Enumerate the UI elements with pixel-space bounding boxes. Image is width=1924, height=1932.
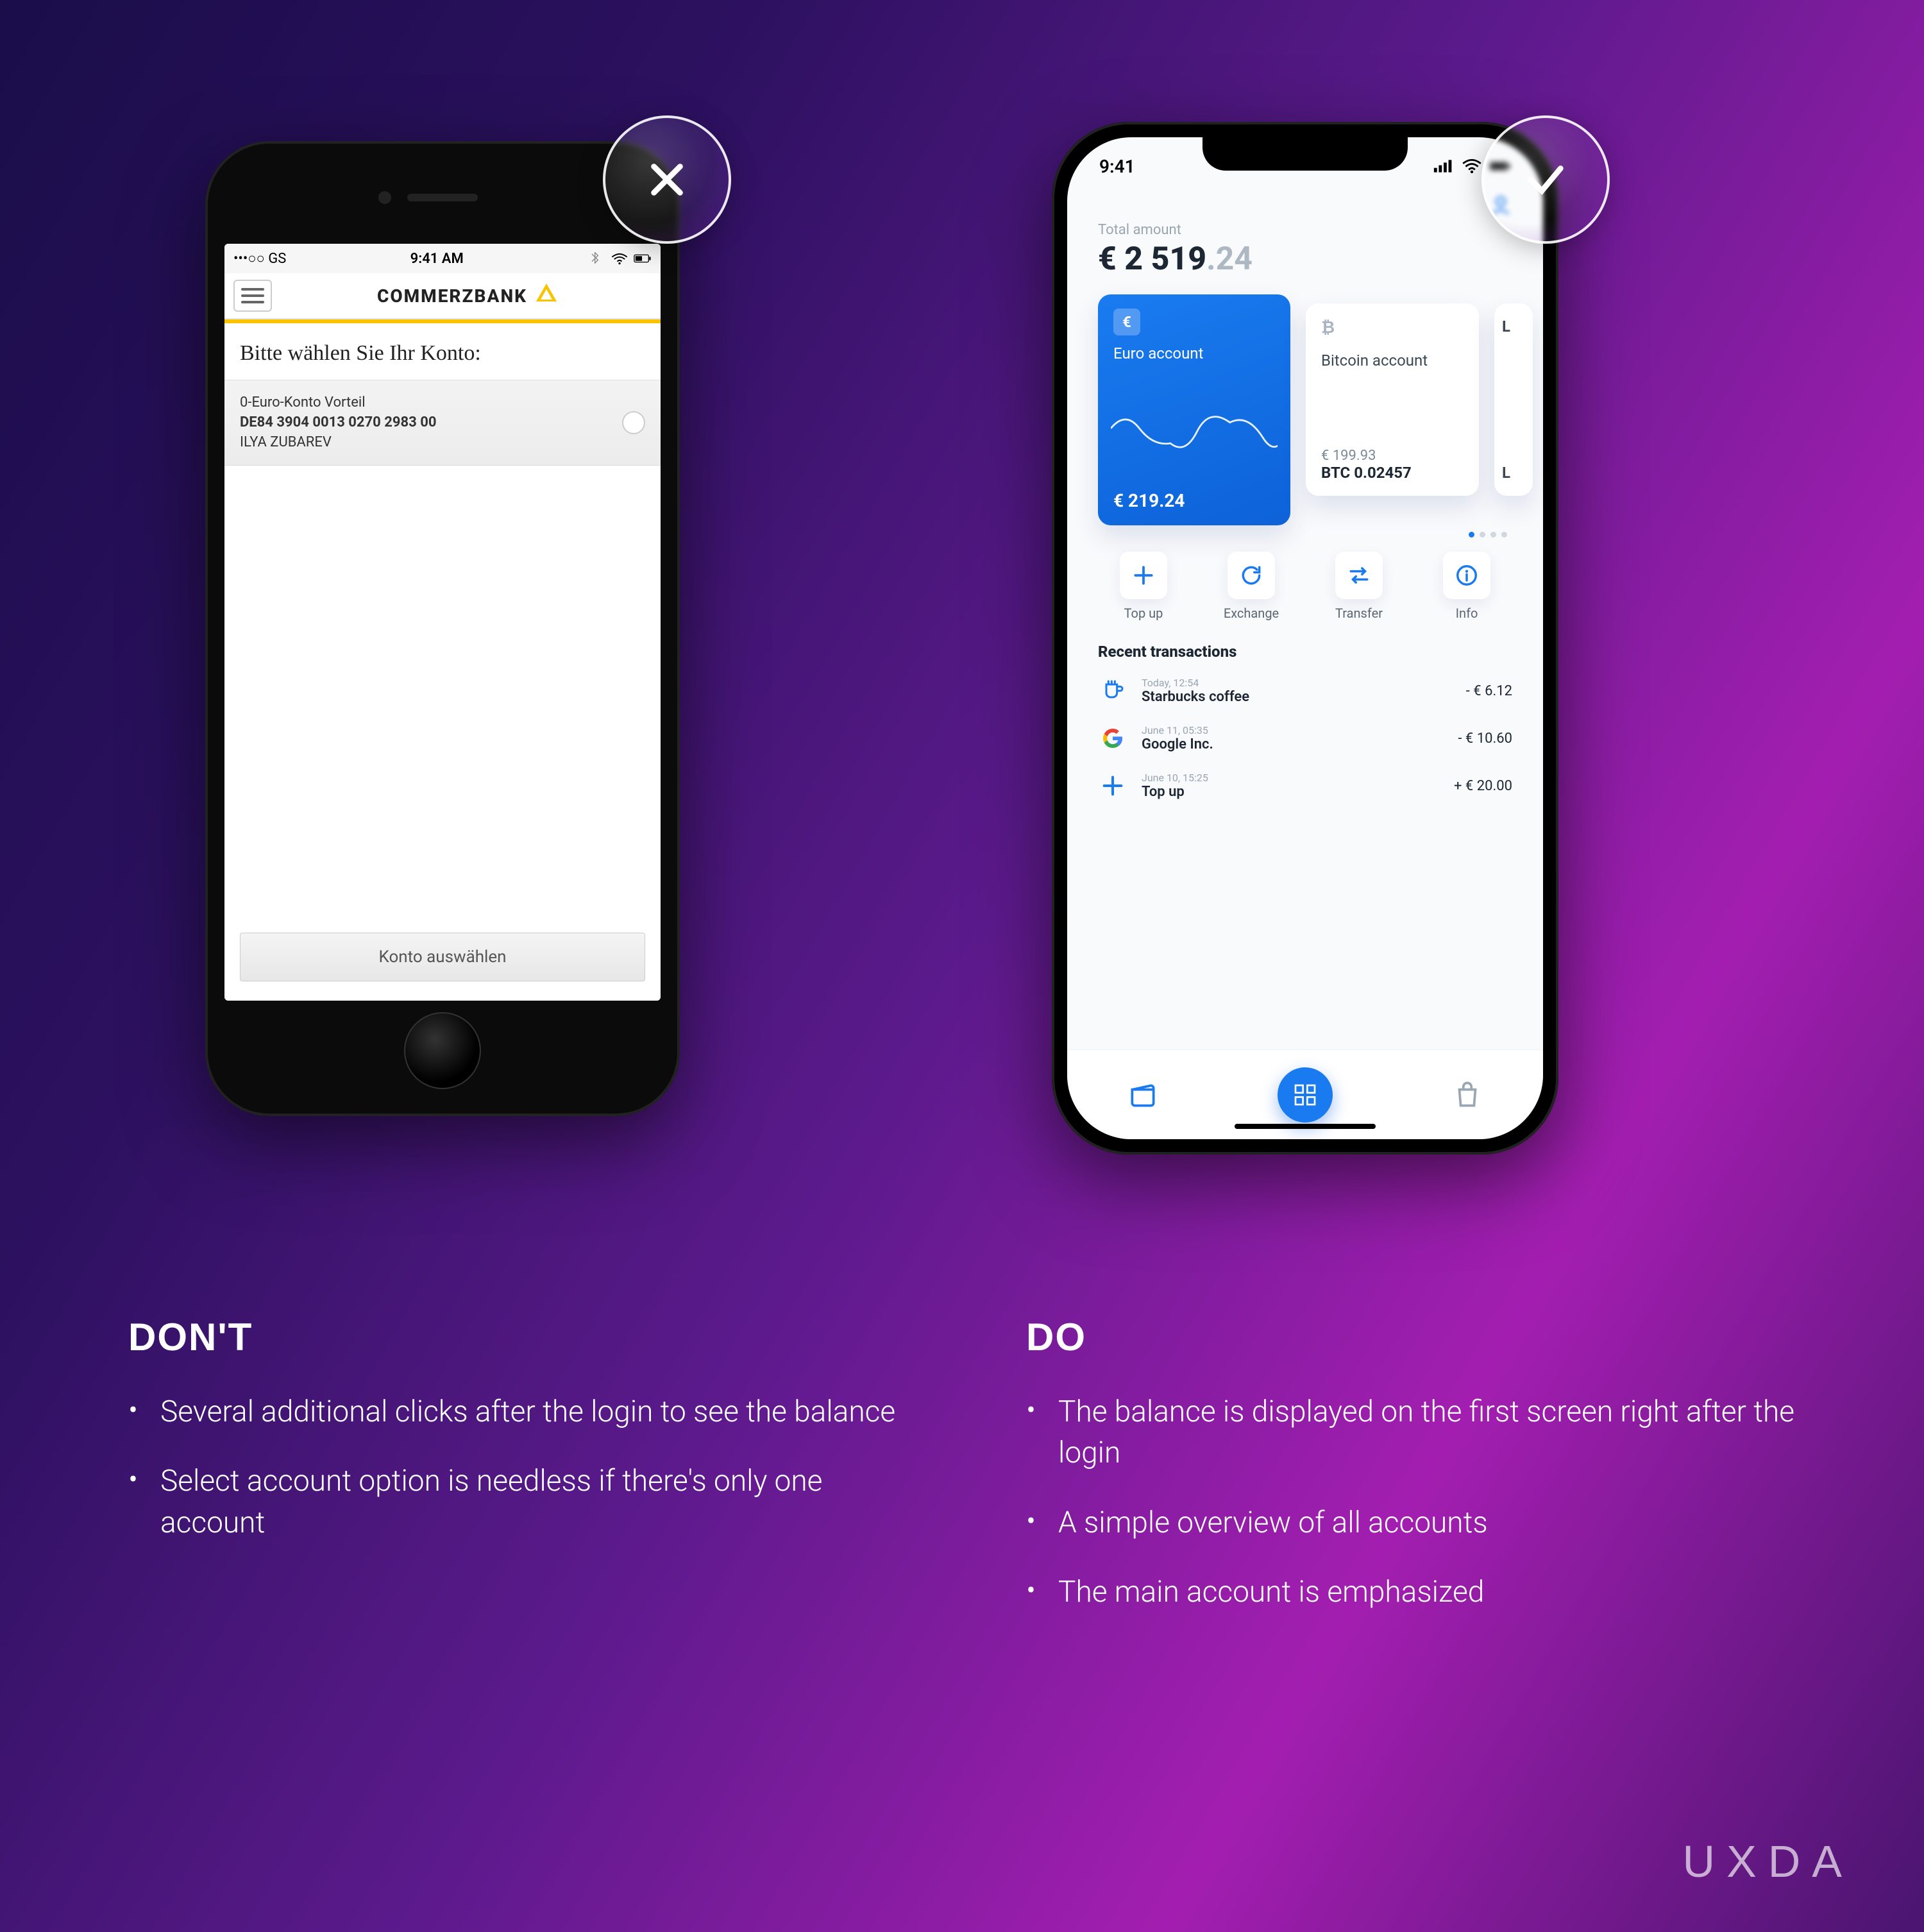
status-time: 9:41 AM — [410, 251, 464, 267]
account-holder: ILYA ZUBAREV — [240, 433, 436, 453]
notch — [1202, 137, 1408, 171]
do-bullet: A simple overview of all accounts — [1026, 1502, 1796, 1543]
dont-bullet: Several additional clicks after the logi… — [128, 1391, 898, 1432]
third-account-card-peek[interactable]: L L — [1494, 303, 1533, 496]
account-iban: DE84 3904 0013 0270 2983 00 — [240, 413, 436, 433]
nav-wallet[interactable] — [1127, 1079, 1159, 1111]
currency-chip: € — [1113, 309, 1140, 335]
card-title: Euro account — [1113, 344, 1275, 362]
card-title: Bitcoin account — [1321, 352, 1464, 369]
carrier-label: •••○○ GS — [233, 250, 286, 267]
home-button[interactable] — [404, 1012, 481, 1089]
do-bullet: The balance is displayed on the first sc… — [1026, 1391, 1796, 1474]
transaction-amount: - € 6.12 — [1466, 683, 1512, 699]
bluetooth-icon — [587, 252, 605, 265]
transaction-row[interactable]: June 10, 15:25Top up + € 20.00 — [1067, 762, 1543, 809]
menu-button[interactable] — [233, 280, 272, 312]
euro-account-card[interactable]: € Euro account € 219.24 — [1098, 294, 1290, 525]
transaction-amount: - € 10.60 — [1458, 731, 1512, 747]
radio-unselected[interactable] — [622, 411, 645, 434]
cup-icon — [1098, 676, 1127, 706]
nav-shop[interactable] — [1451, 1079, 1483, 1111]
action-topup[interactable]: Top up — [1102, 552, 1185, 621]
wifi-icon — [1461, 159, 1483, 173]
transaction-row[interactable]: Today, 12:54Starbucks coffee - € 6.12 — [1067, 667, 1543, 715]
transaction-amount: + € 20.00 — [1454, 778, 1512, 794]
x-icon — [645, 157, 689, 202]
do-badge — [1481, 115, 1610, 244]
swap-icon — [1347, 563, 1371, 588]
commerzbank-mark-icon — [534, 281, 559, 311]
cell-signal-icon — [1433, 159, 1455, 173]
nav-scan-button[interactable] — [1278, 1067, 1333, 1123]
select-account-button[interactable]: Konto auswählen — [240, 933, 645, 981]
account-option-row[interactable]: 0-Euro-Konto Vorteil DE84 3904 0013 0270… — [224, 380, 661, 466]
action-exchange[interactable]: Exchange — [1210, 552, 1293, 621]
recent-transactions-heading: Recent transactions — [1067, 626, 1543, 667]
plus-icon — [1131, 563, 1156, 588]
app-header: COMMERZBANK — [224, 273, 661, 319]
transaction-row[interactable]: June 11, 05:35Google Inc. - € 10.60 — [1067, 715, 1543, 762]
info-icon — [1455, 563, 1479, 588]
dont-badge — [603, 115, 731, 244]
currency-chip: ₿ — [1321, 318, 1464, 337]
bitcoin-account-card[interactable]: ₿ Bitcoin account € 199.93 BTC 0.02457 — [1306, 303, 1479, 496]
do-example-phone: 9:41 Total amount € 2 519.24 € — [1052, 122, 1558, 1155]
do-column: DO The balance is displayed on the first… — [1026, 1315, 1796, 1641]
status-time: 9:41 — [1099, 156, 1135, 177]
dont-example-phone: •••○○ GS 9:41 AM COMMERZBANK — [205, 141, 680, 1116]
home-indicator[interactable] — [1235, 1124, 1376, 1129]
dont-heading: DON'T — [128, 1315, 898, 1359]
card-balance: € 219.24 — [1113, 490, 1275, 511]
card-fiat-value: € 199.93 — [1321, 448, 1464, 464]
check-icon — [1523, 157, 1568, 202]
plus-icon — [1098, 771, 1127, 801]
wifi-icon — [611, 252, 629, 265]
carousel-dots — [1067, 525, 1543, 540]
total-amount-value: € 2 519.24 — [1067, 241, 1543, 291]
account-type: 0-Euro-Konto Vorteil — [240, 393, 436, 413]
do-bullet: The main account is emphasized — [1026, 1572, 1796, 1613]
card-crypto-value: BTC 0.02457 — [1321, 464, 1464, 482]
bank-name: COMMERZBANK — [377, 285, 527, 307]
prompt-heading: Bitte wählen Sie Ihr Konto: — [224, 323, 661, 380]
status-right-icons — [587, 252, 652, 265]
battery-icon — [634, 252, 652, 265]
brand-watermark: UXDA — [1683, 1836, 1853, 1887]
bank-logo: COMMERZBANK — [285, 281, 652, 311]
ios-status-bar: •••○○ GS 9:41 AM — [224, 244, 661, 273]
action-info[interactable]: Info — [1425, 552, 1508, 621]
do-heading: DO — [1026, 1315, 1796, 1359]
dont-bullet: Select account option is needless if the… — [128, 1461, 898, 1543]
refresh-icon — [1239, 563, 1263, 588]
action-transfer[interactable]: Transfer — [1317, 552, 1401, 621]
account-cards-carousel[interactable]: € Euro account € 219.24 ₿ Bitcoin accoun… — [1067, 291, 1543, 525]
total-amount-label: Total amount — [1067, 219, 1543, 241]
dont-column: DON'T Several additional clicks after th… — [128, 1315, 898, 1641]
quick-actions-row: Top up Exchange Transfer Info — [1067, 540, 1543, 626]
google-logo-icon — [1098, 724, 1127, 753]
sparkline-chart — [1111, 373, 1278, 490]
